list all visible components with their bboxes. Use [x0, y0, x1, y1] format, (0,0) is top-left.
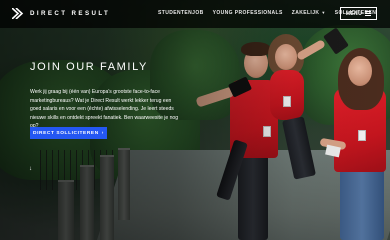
- apply-now-button[interactable]: DIRECT SOLLICITEREN ›: [30, 127, 107, 139]
- apply-now-label: DIRECT SOLLICITEREN: [33, 130, 99, 136]
- hamburger-icon: [365, 11, 372, 16]
- nav-label: YOUNG PROFESSIONALS: [212, 10, 283, 16]
- menu-button[interactable]: MENU: [340, 7, 377, 20]
- logo-text: DIRECT RESULT: [30, 10, 111, 17]
- hero-description: Werk jij graag bij (één van) Europa's gr…: [30, 89, 179, 129]
- menu-label: MENU: [345, 10, 363, 17]
- nav-item-studentenjob[interactable]: STUDENTENJOB: [158, 10, 204, 16]
- nav-item-zakelijk[interactable]: ZAKELIJK ▼: [292, 10, 326, 16]
- nav-item-young-professionals[interactable]: YOUNG PROFESSIONALS: [213, 10, 283, 16]
- site-header: DIRECT RESULT STUDENTENJOB YOUNG PROFESS…: [0, 0, 390, 28]
- nav-label: STUDENTENJOB: [158, 10, 204, 16]
- logo[interactable]: DIRECT RESULT: [12, 8, 110, 19]
- nav-label: ZAKELIJK: [291, 10, 320, 16]
- hero-title: JOIN OUR FAMILY: [30, 61, 148, 73]
- direct-result-logo-icon: [12, 8, 24, 19]
- arrow-down-icon[interactable]: ↓: [29, 166, 32, 172]
- arrow-right-icon: ›: [101, 130, 104, 136]
- chevron-down-icon: ▼: [321, 10, 326, 15]
